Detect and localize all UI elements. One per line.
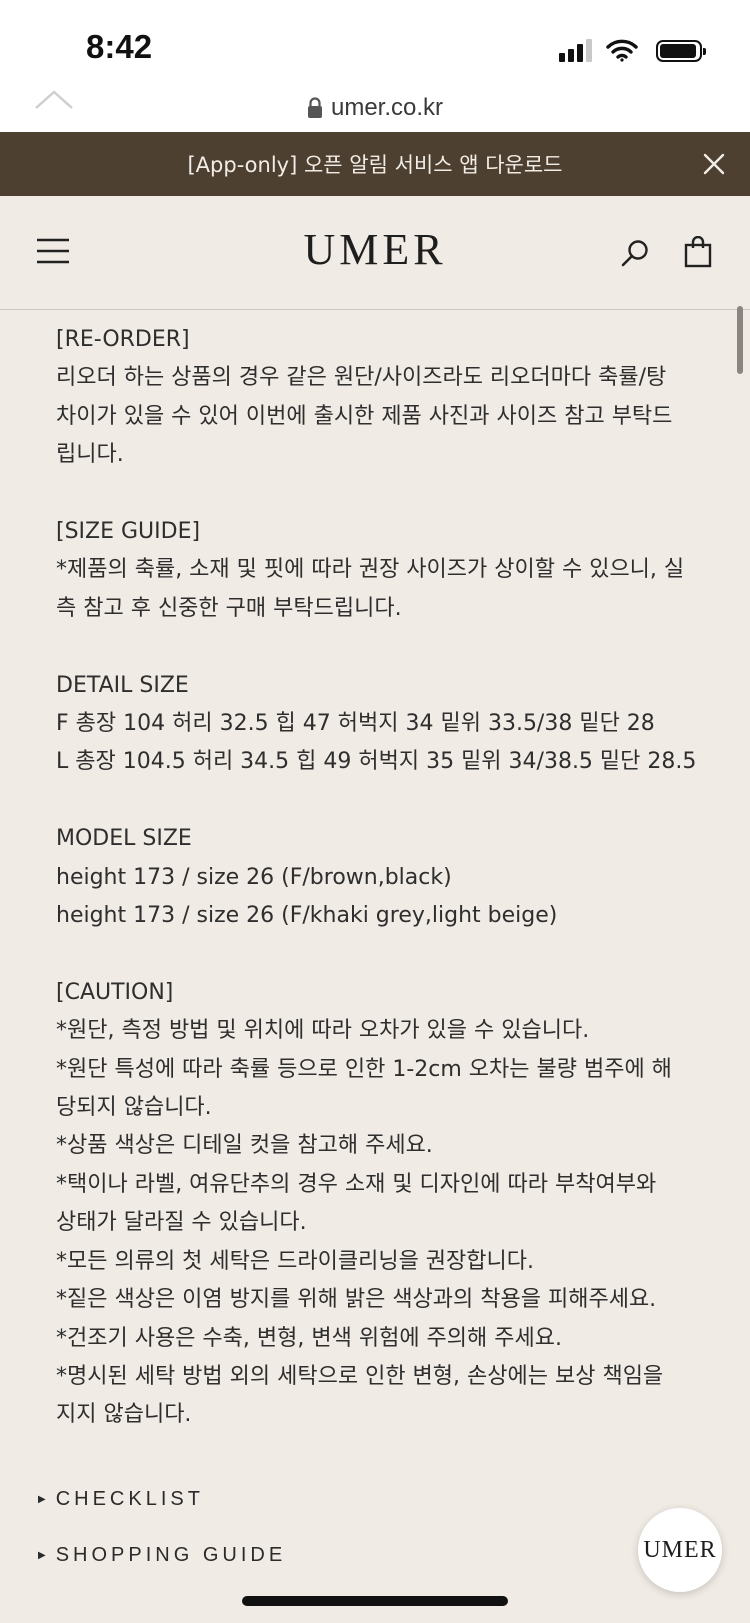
text-line: 지지 않습니다. [56,1402,192,1428]
product-detail-text: [RE-ORDER] 리오더 하는 상품의 경우 같은 원단/사이즈라도 리오더… [56,321,716,1473]
home-indicator[interactable] [242,1596,508,1606]
text-line: 측 참고 후 신중한 구매 부탁드립니다. [56,595,402,621]
text-line: *원단 특성에 따라 축률 등으로 인한 1-2cm 오차는 불량 범주에 해 [56,1056,672,1082]
text-line: *건조기 사용은 수축, 변형, 변색 위험에 주의해 주세요. [56,1325,562,1351]
text-line: *모든 의류의 첫 세탁은 드라이클리닝을 권장합니다. [56,1248,535,1274]
status-bar: 8:42 [0,0,750,92]
battery-icon [656,40,706,62]
wifi-icon [606,39,638,62]
text-line: *택이나 라벨, 여유단추의 경우 소재 및 디자인에 따라 부착여부와 [56,1171,657,1197]
text-line: F 총장 104 허리 32.5 힙 47 허벅지 34 밑위 33.5/38 … [56,711,655,737]
text-line: *짙은 색상은 이염 방지를 위해 밝은 색상과의 착용을 피해주세요. [56,1287,657,1313]
caution-section: [CAUTION] *원단, 측정 방법 및 위치에 따라 오차가 있을 수 있… [56,974,716,1435]
status-time: 8:42 [86,28,153,65]
text-line: 상태가 달라질 수 있습니다. [56,1210,307,1236]
model-size-section: MODEL SIZE height 173 / size 26 (F/brown… [56,820,716,935]
guide-label: CHECKLIST [55,1488,204,1510]
text-line: 리오더 하는 상품의 경우 같은 원단/사이즈라도 리오더마다 축률/탕 [56,365,667,391]
section-title: [CAUTION] [56,979,174,1005]
section-title: MODEL SIZE [56,826,192,852]
shopping-bag-icon[interactable] [684,236,712,268]
triangle-right-icon: ▶ [38,1550,46,1561]
browser-url-bar[interactable]: umer.co.kr [0,90,750,132]
text-line: height 173 / size 26 (F/khaki grey,light… [56,903,558,929]
text-line: 당되지 않습니다. [56,1095,212,1121]
text-line: *명시된 세탁 방법 외의 세탁으로 인한 변형, 손상에는 보상 책임을 [56,1363,664,1389]
search-icon[interactable] [620,238,650,268]
text-line: *상품 색상은 디테일 컷을 참고해 주세요. [56,1133,433,1159]
section-title: [RE-ORDER] [56,327,190,352]
app-promo-banner[interactable]: [App-only] 오픈 알림 서비스 앱 다운로드 [0,132,750,196]
site-header: UMER [0,196,750,310]
shopping-guide-toggle[interactable]: ▶ SHOPPING GUIDE [38,1544,286,1567]
lock-icon [307,97,322,118]
status-icons [559,34,706,62]
chevron-up-icon[interactable] [34,84,74,112]
size-guide-section: [SIZE GUIDE] *제품의 축률, 소재 및 핏에 따라 권장 사이즈가… [56,513,716,628]
floating-logo-button[interactable]: UMER [638,1508,722,1592]
signal-icon [559,38,592,62]
text-line: 립니다. [56,442,124,468]
banner-text[interactable]: [App-only] 오픈 알림 서비스 앱 다운로드 [187,149,562,179]
url-text: umer.co.kr [330,94,444,121]
close-icon[interactable] [700,150,728,178]
text-line: *원단, 측정 방법 및 위치에 따라 오차가 있을 수 있습니다. [56,1018,590,1044]
text-line: L 총장 104.5 허리 34.5 힙 49 허벅지 35 밑위 34/38.… [56,749,697,775]
text-line: 차이가 있을 수 있어 이번에 출시한 제품 사진과 사이즈 참고 부탁드 [56,403,673,429]
guide-label: SHOPPING GUIDE [55,1544,287,1566]
text-line: *제품의 축률, 소재 및 핏에 따라 권장 사이즈가 상이할 수 있으니, 실 [56,557,685,583]
scrollbar-thumb[interactable] [737,306,743,374]
checklist-toggle[interactable]: ▶ CHECKLIST [38,1488,204,1511]
detail-size-section: DETAIL SIZE F 총장 104 허리 32.5 힙 47 허벅지 34… [56,667,716,782]
section-title: DETAIL SIZE [56,672,189,698]
text-line: height 173 / size 26 (F/brown,black) [56,864,452,890]
reorder-section: [RE-ORDER] 리오더 하는 상품의 경우 같은 원단/사이즈라도 리오더… [56,321,716,475]
section-title: [SIZE GUIDE] [56,519,201,545]
url-display[interactable]: umer.co.kr [307,92,443,122]
triangle-right-icon: ▶ [38,1494,46,1505]
